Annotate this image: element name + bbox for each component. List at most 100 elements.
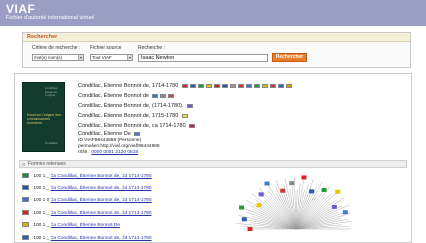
form-row: 100 1 _ ‡a Condillac, Étienne Bonnot de,… (22, 235, 152, 241)
source-flag-icon[interactable] (229, 83, 236, 88)
source-flag-icon[interactable] (160, 93, 167, 98)
source-flag-icon[interactable] (152, 93, 159, 98)
source-flag-icon[interactable] (189, 123, 196, 128)
record-identifiers: ID VIAF98444868 (Personne) permalien:htt… (78, 138, 160, 155)
form-row: 100 1 _ ‡a Condillac, Étienne Bonnot de,… (22, 185, 152, 191)
graph-edge (241, 207, 297, 230)
source-flag-icon (22, 197, 29, 202)
graph-node-flag[interactable] (258, 192, 264, 197)
graph-node-flag[interactable] (256, 203, 262, 208)
source-flag-icon[interactable] (189, 83, 196, 88)
source-flag-icon[interactable] (181, 83, 188, 88)
graph-node-flag[interactable] (321, 188, 327, 193)
name-heading-1: Condillac, Étienne Bonnot de, 1714-1780 (78, 83, 292, 89)
marc-tag: 100 1 _ (33, 222, 51, 228)
source-select-value: Tout VIAF (92, 55, 112, 60)
forms-section-title: Formes retenues (28, 161, 66, 167)
form-link[interactable]: ‡a Condillac, Étienne Bonnot De (51, 223, 120, 228)
source-flags (150, 93, 175, 99)
source-flag-icon[interactable] (245, 83, 252, 88)
graph-node-flag[interactable] (301, 175, 307, 180)
graph-node-flag[interactable] (241, 217, 247, 222)
search-panel-title: Rechercher (23, 33, 410, 42)
source-label: Fichier source (90, 45, 122, 51)
source-flag-icon[interactable] (253, 83, 260, 88)
graph-node-flag[interactable] (331, 204, 337, 209)
source-flag-icon[interactable] (197, 83, 204, 88)
viaf-logo[interactable]: VIAF (6, 2, 35, 16)
name-heading-2: Condillac, Étienne Bonnot de (78, 93, 175, 99)
name-heading-text: Condillac, Étienne Bonnot de, ca 1714-17… (78, 123, 186, 129)
source-flag-icon (22, 210, 29, 215)
criteria-select[interactable]: mot(s) nom(s) ▾ (32, 54, 84, 61)
query-label: Recherche : (138, 45, 165, 51)
source-flags (185, 103, 194, 109)
source-select[interactable]: Tout VIAF ▾ (90, 54, 133, 61)
form-row: 100 1 _ ‡a Condillac, Étienne Bonnot de,… (22, 210, 152, 216)
source-flag-icon[interactable] (221, 83, 228, 88)
source-flags (180, 113, 188, 119)
marc-tag: 100 1 _ (33, 235, 51, 241)
name-heading-text: Condillac, Étienne Bonnot de (78, 93, 149, 99)
book-cover-image: Condillac Essai sur l'origine Essai sur … (22, 82, 65, 152)
graph-node-flag[interactable] (289, 181, 295, 186)
name-heading-text: Condillac, Étienne Bonnot de, 1714-1780 (78, 83, 179, 89)
search-input[interactable]: Isaac Newton (138, 54, 268, 62)
source-flags (132, 131, 141, 137)
source-flag-icon[interactable] (261, 83, 268, 88)
graph-node-flag[interactable] (264, 181, 270, 186)
graph-node-flag[interactable] (247, 227, 253, 231)
source-flag-icon[interactable] (168, 93, 175, 98)
form-link[interactable]: ‡a Condillac, Étienne Bonnot de, ‡d 1714… (51, 174, 152, 179)
source-flag-icon[interactable] (205, 83, 212, 88)
source-flag-icon[interactable] (134, 131, 141, 136)
isni-link[interactable]: 0000 0001 2120 0819 (91, 150, 138, 155)
form-row: 100 1 _ ‡a Condillac, Étienne Bonnot de,… (22, 173, 152, 179)
marc-tag: 100 1 0 (33, 197, 51, 203)
cover-top-text: Condillac Essai sur l'origine (45, 86, 58, 97)
criteria-label: Critère de recherche : (32, 45, 81, 51)
name-heading-text: Condillac, Étienne Bonnot de, 1715-1780 (78, 113, 179, 119)
marc-tag: 100 1 _ (33, 185, 51, 191)
source-flag-icon[interactable] (181, 113, 188, 118)
source-flag-icon[interactable] (285, 83, 292, 88)
cover-title-text: Essai sur l'origine des connaissances hu… (27, 113, 61, 125)
name-heading-4: Condillac, Étienne Bonnot de, 1715-1780 (78, 113, 188, 119)
marc-tag: 100 1 _ (33, 173, 51, 179)
cover-author-text: Condillac (45, 141, 58, 145)
chevron-down-icon: ▾ (78, 55, 83, 60)
form-link[interactable]: ‡a Condillac, Étienne Bonnot de, ‡d 1714… (51, 198, 152, 203)
source-flag-icon (22, 173, 29, 178)
source-flag-icon[interactable] (213, 83, 220, 88)
relations-graph[interactable] (221, 174, 351, 243)
site-subtitle: Fichier d'autorité international virtuel (6, 15, 95, 21)
name-heading-5: Condillac, Étienne Bonnot de, ca 1714-17… (78, 123, 196, 129)
graph-node-flag[interactable] (239, 205, 245, 210)
marc-tag: 100 1 _ (33, 210, 51, 216)
source-flag-icon (22, 222, 29, 227)
name-heading-text: Condillac, Étienne De (78, 131, 131, 137)
source-flag-icon[interactable] (269, 83, 276, 88)
name-heading-6: Condillac, Étienne De (78, 131, 141, 137)
isni-line: ISNI : 0000 0001 2120 0819 (78, 150, 160, 156)
graph-node-flag[interactable] (335, 189, 341, 194)
chevron-down-icon: ▾ (127, 55, 132, 60)
graph-node-flag[interactable] (342, 210, 348, 215)
forms-section-header[interactable]: ⊟ Formes retenues (19, 160, 407, 168)
source-flag-icon[interactable] (187, 103, 194, 108)
graph-node-flag[interactable] (309, 189, 315, 194)
search-button[interactable]: Rechercher (272, 53, 307, 62)
form-row: 100 1 0 ‡a Condillac, Étienne Bonnot de,… (22, 197, 152, 203)
source-flags (180, 83, 292, 89)
source-flag-icon[interactable] (277, 83, 284, 88)
form-link[interactable]: ‡a Condillac, Étienne Bonnot de, ‡d 1714… (51, 186, 152, 191)
form-link[interactable]: ‡a Condillac, Étienne Bonnot de, ‡d 1714… (51, 236, 152, 241)
name-heading-text: Condillac, Étienne Bonnot de, (1714-1780… (78, 103, 184, 109)
graph-node-flag[interactable] (280, 188, 286, 193)
search-panel: Rechercher Critère de recherche : mot(s)… (22, 32, 411, 68)
graph-edge (295, 182, 323, 230)
criteria-select-value: mot(s) nom(s) (34, 55, 62, 60)
form-link[interactable]: ‡a Condillac, Étienne Bonnot de, ‡d 1714… (51, 211, 152, 216)
source-flag-icon[interactable] (237, 83, 244, 88)
isni-label: ISNI : (78, 149, 90, 155)
